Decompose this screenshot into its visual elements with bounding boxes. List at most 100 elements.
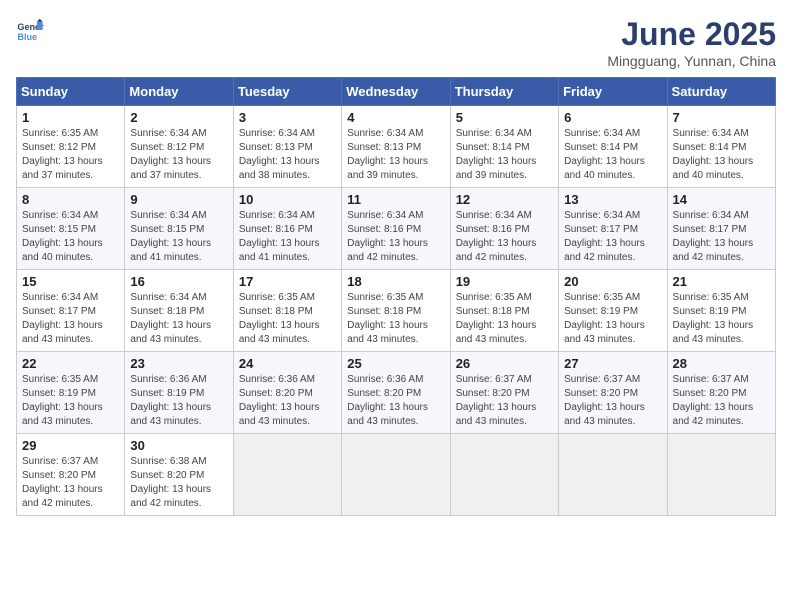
calendar-cell: 3Sunrise: 6:34 AMSunset: 8:13 PMDaylight…	[233, 106, 341, 188]
day-info: Sunrise: 6:34 AMSunset: 8:14 PMDaylight:…	[456, 127, 553, 183]
calendar-cell: 11 Sunrise: 6:34 AMSunset: 8:16 PMDayligh…	[342, 188, 450, 270]
day-info: Sunrise: 6:34 AMSunset: 8:17 PMDaylight:…	[22, 291, 119, 347]
day-info: Sunrise: 6:34 AMSunset: 8:17 PMDaylight:…	[564, 209, 661, 265]
calendar-cell	[667, 434, 775, 516]
day-number: 25	[347, 356, 444, 371]
calendar-week-row: 1 Sunrise: 6:35 AMSunset: 8:12 PMDaylight…	[17, 106, 776, 188]
calendar-cell: 4 Sunrise: 6:34 AMSunset: 8:13 PMDaylight…	[342, 106, 450, 188]
day-number: 12	[456, 192, 553, 207]
day-info: Sunrise: 6:37 AMSunset: 8:20 PMDaylight:…	[564, 373, 661, 429]
day-info: Sunrise: 6:34 AMSunset: 8:16 PMDaylight:…	[239, 209, 336, 265]
calendar-cell: 25 Sunrise: 6:36 AMSunset: 8:20 PMDayligh…	[342, 352, 450, 434]
day-number: 10	[239, 192, 336, 207]
calendar-cell: 29Sunrise: 6:37 AMSunset: 8:20 PMDayligh…	[17, 434, 125, 516]
day-number: 28	[673, 356, 770, 371]
calendar-cell: 13 Sunrise: 6:34 AMSunset: 8:17 PMDayligh…	[559, 188, 667, 270]
day-info: Sunrise: 6:36 AMSunset: 8:20 PMDaylight:…	[239, 373, 336, 429]
calendar: SundayMondayTuesdayWednesdayThursdayFrid…	[16, 77, 776, 516]
weekday-header-monday: Monday	[125, 78, 233, 106]
day-info: Sunrise: 6:35 AMSunset: 8:19 PMDaylight:…	[673, 291, 770, 347]
day-number: 16	[130, 274, 227, 289]
calendar-cell: 2 Sunrise: 6:34 AMSunset: 8:12 PMDaylight…	[125, 106, 233, 188]
day-info: Sunrise: 6:35 AMSunset: 8:19 PMDaylight:…	[564, 291, 661, 347]
calendar-cell: 20 Sunrise: 6:35 AMSunset: 8:19 PMDayligh…	[559, 270, 667, 352]
calendar-cell: 28 Sunrise: 6:37 AMSunset: 8:20 PMDayligh…	[667, 352, 775, 434]
calendar-cell: 6 Sunrise: 6:34 AMSunset: 8:14 PMDaylight…	[559, 106, 667, 188]
calendar-cell: 16 Sunrise: 6:34 AMSunset: 8:18 PMDayligh…	[125, 270, 233, 352]
day-number: 11	[347, 192, 444, 207]
day-info: Sunrise: 6:38 AMSunset: 8:20 PMDaylight:…	[130, 455, 227, 511]
day-number: 14	[673, 192, 770, 207]
day-number: 20	[564, 274, 661, 289]
calendar-cell	[559, 434, 667, 516]
day-info: Sunrise: 6:34 AMSunset: 8:14 PMDaylight:…	[673, 127, 770, 183]
day-number: 24	[239, 356, 336, 371]
svg-text:Blue: Blue	[17, 32, 37, 42]
day-number: 29	[22, 438, 119, 453]
day-info: Sunrise: 6:34 AMSunset: 8:16 PMDaylight:…	[456, 209, 553, 265]
calendar-cell: 9Sunrise: 6:34 AMSunset: 8:15 PMDaylight…	[125, 188, 233, 270]
calendar-cell: 27 Sunrise: 6:37 AMSunset: 8:20 PMDayligh…	[559, 352, 667, 434]
logo: General Blue	[16, 16, 44, 44]
calendar-cell: 12 Sunrise: 6:34 AMSunset: 8:16 PMDayligh…	[450, 188, 558, 270]
calendar-cell: 10 Sunrise: 6:34 AMSunset: 8:16 PMDayligh…	[233, 188, 341, 270]
day-number: 22	[22, 356, 119, 371]
day-info: Sunrise: 6:36 AMSunset: 8:19 PMDaylight:…	[130, 373, 227, 429]
weekday-header-wednesday: Wednesday	[342, 78, 450, 106]
day-number: 27	[564, 356, 661, 371]
day-info: Sunrise: 6:35 AMSunset: 8:19 PMDaylight:…	[22, 373, 119, 429]
calendar-cell: 24 Sunrise: 6:36 AMSunset: 8:20 PMDayligh…	[233, 352, 341, 434]
weekday-header-thursday: Thursday	[450, 78, 558, 106]
calendar-cell: 18Sunrise: 6:35 AMSunset: 8:18 PMDayligh…	[342, 270, 450, 352]
calendar-cell: 17 Sunrise: 6:35 AMSunset: 8:18 PMDayligh…	[233, 270, 341, 352]
calendar-week-row: 8Sunrise: 6:34 AMSunset: 8:15 PMDaylight…	[17, 188, 776, 270]
day-number: 26	[456, 356, 553, 371]
location: Mingguang, Yunnan, China	[607, 53, 776, 69]
day-info: Sunrise: 6:36 AMSunset: 8:20 PMDaylight:…	[347, 373, 444, 429]
day-info: Sunrise: 6:34 AMSunset: 8:12 PMDaylight:…	[130, 127, 227, 183]
calendar-week-row: 22 Sunrise: 6:35 AMSunset: 8:19 PMDayligh…	[17, 352, 776, 434]
day-info: Sunrise: 6:35 AMSunset: 8:18 PMDaylight:…	[456, 291, 553, 347]
day-number: 4	[347, 110, 444, 125]
day-number: 18	[347, 274, 444, 289]
day-info: Sunrise: 6:34 AMSunset: 8:17 PMDaylight:…	[673, 209, 770, 265]
day-info: Sunrise: 6:34 AMSunset: 8:13 PMDaylight:…	[347, 127, 444, 183]
calendar-week-row: 15 Sunrise: 6:34 AMSunset: 8:17 PMDayligh…	[17, 270, 776, 352]
day-number: 6	[564, 110, 661, 125]
day-number: 15	[22, 274, 119, 289]
day-info: Sunrise: 6:35 AMSunset: 8:12 PMDaylight:…	[22, 127, 119, 183]
day-number: 13	[564, 192, 661, 207]
day-number: 5	[456, 110, 553, 125]
calendar-cell	[450, 434, 558, 516]
day-number: 21	[673, 274, 770, 289]
calendar-cell: 7Sunrise: 6:34 AMSunset: 8:14 PMDaylight…	[667, 106, 775, 188]
calendar-cell: 23Sunrise: 6:36 AMSunset: 8:19 PMDayligh…	[125, 352, 233, 434]
weekday-header-row: SundayMondayTuesdayWednesdayThursdayFrid…	[17, 78, 776, 106]
title-area: June 2025 Mingguang, Yunnan, China	[607, 16, 776, 69]
calendar-cell: 26 Sunrise: 6:37 AMSunset: 8:20 PMDayligh…	[450, 352, 558, 434]
day-info: Sunrise: 6:34 AMSunset: 8:16 PMDaylight:…	[347, 209, 444, 265]
day-number: 3	[239, 110, 336, 125]
day-number: 2	[130, 110, 227, 125]
day-number: 1	[22, 110, 119, 125]
month-title: June 2025	[607, 16, 776, 53]
day-info: Sunrise: 6:35 AMSunset: 8:18 PMDaylight:…	[239, 291, 336, 347]
calendar-cell: 14 Sunrise: 6:34 AMSunset: 8:17 PMDayligh…	[667, 188, 775, 270]
day-number: 9	[130, 192, 227, 207]
day-number: 17	[239, 274, 336, 289]
day-info: Sunrise: 6:37 AMSunset: 8:20 PMDaylight:…	[673, 373, 770, 429]
weekday-header-tuesday: Tuesday	[233, 78, 341, 106]
day-info: Sunrise: 6:37 AMSunset: 8:20 PMDaylight:…	[456, 373, 553, 429]
calendar-cell: 8Sunrise: 6:34 AMSunset: 8:15 PMDaylight…	[17, 188, 125, 270]
day-number: 8	[22, 192, 119, 207]
header: General Blue June 2025 Mingguang, Yunnan…	[16, 16, 776, 69]
day-info: Sunrise: 6:34 AMSunset: 8:18 PMDaylight:…	[130, 291, 227, 347]
calendar-cell: 19Sunrise: 6:35 AMSunset: 8:18 PMDayligh…	[450, 270, 558, 352]
day-info: Sunrise: 6:34 AMSunset: 8:14 PMDaylight:…	[564, 127, 661, 183]
calendar-cell: 5 Sunrise: 6:34 AMSunset: 8:14 PMDaylight…	[450, 106, 558, 188]
calendar-cell	[233, 434, 341, 516]
weekday-header-saturday: Saturday	[667, 78, 775, 106]
logo-icon: General Blue	[16, 16, 44, 44]
calendar-cell: 22 Sunrise: 6:35 AMSunset: 8:19 PMDayligh…	[17, 352, 125, 434]
weekday-header-friday: Friday	[559, 78, 667, 106]
